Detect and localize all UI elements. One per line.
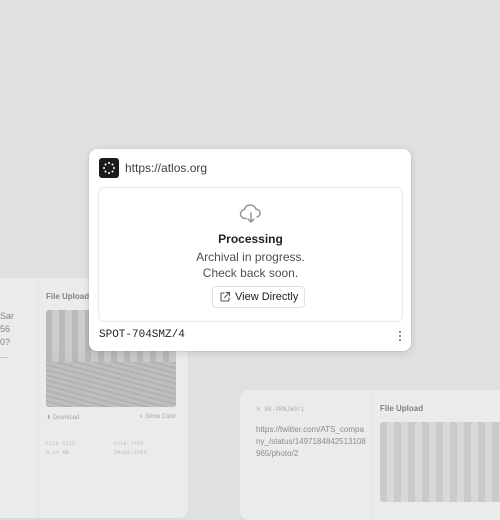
truncated-text: Sar 56 0? ... (0, 311, 15, 360)
media-tag: ✕ BK-PRNJW9/1 (256, 406, 305, 413)
archive-status-panel: Processing Archival in progress. Check b… (98, 187, 403, 322)
media-id[interactable]: SPOT-704SMZ/4 (99, 329, 185, 341)
divider (372, 390, 373, 520)
uploaded-photo-thumbnail[interactable] (380, 422, 500, 502)
media-source-card: https://atlos.org Processing Archival in… (89, 149, 411, 351)
media-actions: ⬇ Download ◐ Show Color (46, 414, 176, 421)
more-vertical-icon[interactable] (395, 329, 405, 343)
atlos-logo-icon (99, 158, 119, 178)
show-color-button[interactable]: ◐ Show Color (140, 414, 176, 421)
file-size-meta: FILE SIZE 0.14 MB (46, 441, 76, 456)
source-link[interactable]: https://twitter.com/ATS_company_/status/… (256, 424, 368, 460)
external-link-icon (220, 291, 231, 302)
view-directly-button[interactable]: View Directly (212, 286, 306, 308)
background-media-card-right: ✕ BK-PRNJW9/1 https://twitter.com/ATS_co… (240, 390, 500, 520)
file-type-meta: FILE TYPE IMAGE/JPEG (114, 441, 148, 456)
status-message: Archival in progress. Check back soon. (196, 250, 305, 280)
status-title: Processing (218, 232, 283, 246)
file-upload-title: File Upload (46, 292, 90, 301)
view-directly-label: View Directly (235, 291, 299, 303)
source-url[interactable]: https://atlos.org (125, 161, 207, 175)
download-button[interactable]: ⬇ Download (46, 414, 79, 421)
file-upload-title: File Upload (380, 404, 424, 413)
divider (38, 278, 39, 518)
card-header: https://atlos.org (99, 158, 207, 178)
cloud-download-icon (239, 204, 261, 223)
